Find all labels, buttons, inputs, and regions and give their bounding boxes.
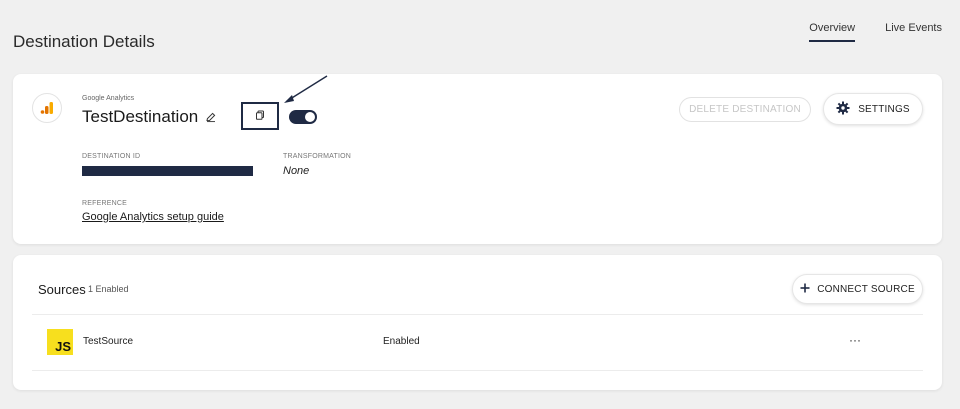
sources-count: 1 Enabled: [88, 284, 129, 294]
sources-title: Sources: [38, 282, 86, 297]
destination-toggle[interactable]: [289, 110, 317, 124]
transformation-label: TRANSFORMATION: [283, 153, 352, 160]
source-status: Enabled: [383, 336, 420, 347]
destination-name: TestDestination: [82, 107, 199, 126]
page-title: Destination Details: [13, 32, 155, 51]
destination-id-redacted: [82, 166, 253, 176]
sources-card: Sources 1 Enabled CONNECT SOURCE JS Test…: [13, 255, 942, 390]
delete-destination-button[interactable]: DELETE DESTINATION: [679, 97, 811, 122]
divider: [32, 370, 923, 371]
reference-label: REFERENCE: [82, 200, 127, 207]
table-row[interactable]: JS TestSource Enabled ···: [32, 314, 923, 370]
google-analytics-logo-icon: [32, 93, 62, 123]
pencil-icon[interactable]: [205, 110, 217, 123]
tab-overview[interactable]: Overview: [809, 22, 856, 42]
ellipsis-icon[interactable]: ···: [849, 333, 861, 347]
connect-source-label: CONNECT SOURCE: [817, 283, 915, 295]
gear-icon: [836, 101, 850, 118]
javascript-icon: JS: [47, 329, 73, 355]
copy-button[interactable]: [241, 102, 279, 130]
copy-icon: [255, 107, 265, 125]
toggle-knob: [305, 112, 315, 122]
source-name: TestSource: [83, 336, 134, 347]
settings-button[interactable]: SETTINGS: [823, 93, 923, 125]
plus-icon: [800, 283, 810, 296]
destination-card: Google Analytics TestDestination DELETE …: [13, 74, 942, 244]
top-tabs: Overview Live Events: [809, 22, 942, 42]
destination-id-label: DESTINATION ID: [82, 153, 141, 160]
destination-type: Google Analytics: [82, 95, 135, 102]
tab-live-events[interactable]: Live Events: [885, 22, 942, 42]
annotation-arrow: [284, 75, 328, 103]
settings-label: SETTINGS: [858, 103, 910, 115]
connect-source-button[interactable]: CONNECT SOURCE: [792, 274, 923, 304]
reference-link[interactable]: Google Analytics setup guide: [82, 211, 224, 223]
transformation-value: None: [283, 165, 310, 177]
